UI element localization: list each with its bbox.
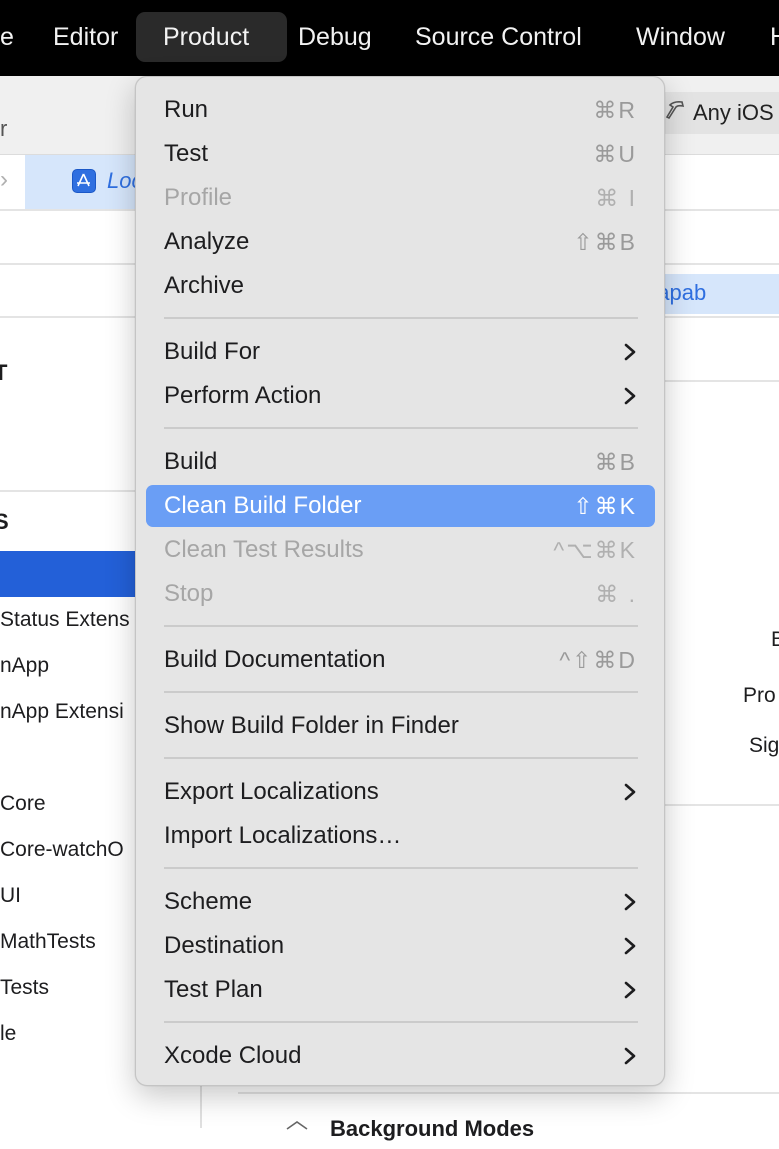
menu-item-shortcut: ⌘ I <box>595 185 637 211</box>
menu-item-shortcut: ^⌥⌘K <box>553 537 637 563</box>
menu-item-label: Show Build Folder in Finder <box>164 712 459 739</box>
target-item[interactable]: Tests <box>0 976 49 1000</box>
menu-item-test[interactable]: Test ⌘U <box>146 133 655 175</box>
menu-item-label: Test <box>164 140 209 167</box>
menu-separator <box>164 757 638 759</box>
menu-separator <box>164 427 638 429</box>
target-item[interactable]: UI <box>0 884 21 908</box>
target-item[interactable]: nApp Extensi <box>0 700 124 724</box>
menu-item-label: Xcode Cloud <box>164 1042 302 1069</box>
menu-item-shortcut: ⌘R <box>593 97 637 123</box>
menu-item-stop: Stop ⌘ . <box>146 573 655 615</box>
menu-item-shortcut: ⌘B <box>594 449 637 475</box>
menu-item-label: Stop <box>164 580 214 607</box>
menu-item-shortcut: ^⇧⌘D <box>559 647 637 673</box>
project-section-header: T <box>0 360 8 385</box>
menu-item-build-for[interactable]: Build For <box>146 331 655 373</box>
chevron-right-icon[interactable]: › <box>0 166 8 194</box>
menu-item-clean-build-folder[interactable]: Clean Build Folder ⇧⌘K <box>146 485 655 527</box>
menu-item-shortcut: ⌘ . <box>595 581 637 607</box>
menu-item-label: Export Localizations <box>164 778 379 805</box>
target-item[interactable]: Core-watchO <box>0 838 124 862</box>
targets-section-header: S <box>0 509 9 534</box>
menu-item-label: Archive <box>164 272 245 299</box>
chevron-right-icon <box>624 343 636 361</box>
target-item[interactable]: Status Extens <box>0 608 130 632</box>
menu-item-label: Scheme <box>164 888 253 915</box>
app-store-icon <box>72 169 96 193</box>
menubar-item-product[interactable]: Product <box>136 12 287 62</box>
menu-item-label: Clean Build Folder <box>164 492 362 519</box>
menu-item-run[interactable]: Run ⌘R <box>146 89 655 131</box>
toolbar-text: r <box>0 116 8 141</box>
menu-item-test-plan[interactable]: Test Plan <box>146 969 655 1011</box>
menu-item-destination[interactable]: Destination <box>146 925 655 967</box>
menu-item-label: Run <box>164 96 209 123</box>
menu-item-label: Clean Test Results <box>164 536 364 563</box>
setting-label: B <box>771 628 779 651</box>
chevron-right-icon <box>624 1047 636 1065</box>
menubar-item-debug[interactable]: Debug <box>282 12 388 62</box>
sidebar-divider <box>200 1080 202 1128</box>
chevron-right-icon <box>624 783 636 801</box>
menu-item-label: Build For <box>164 338 261 365</box>
menu-item-perform-action[interactable]: Perform Action <box>146 375 655 417</box>
menu-item-label: Test Plan <box>164 976 263 1003</box>
menu-item-label: Build Documentation <box>164 646 386 673</box>
menu-separator <box>164 317 638 319</box>
menu-item-export-localizations[interactable]: Export Localizations <box>146 771 655 813</box>
menu-item-import-localizations[interactable]: Import Localizations… <box>146 815 655 857</box>
target-item[interactable]: le <box>0 1022 16 1046</box>
chevron-right-icon <box>624 937 636 955</box>
chevron-right-icon <box>624 893 636 911</box>
menu-item-clean-test-results: Clean Test Results ^⌥⌘K <box>146 529 655 571</box>
menubar-item-editor[interactable]: Editor <box>37 12 134 62</box>
divider <box>238 1092 779 1094</box>
hammer-icon <box>664 98 690 124</box>
setting-label: Sig <box>749 734 779 757</box>
chevron-right-icon <box>624 981 636 999</box>
menu-item-label: Perform Action <box>164 382 322 409</box>
menu-item-archive[interactable]: Archive <box>146 265 655 307</box>
menu-item-label: Profile <box>164 184 233 211</box>
scheme-destination-label: Any iOS <box>693 100 774 125</box>
menu-item-shortcut: ⇧⌘K <box>573 493 637 519</box>
menu-item-analyze[interactable]: Analyze ⇧⌘B <box>146 221 655 263</box>
menu-item-label: Destination <box>164 932 285 959</box>
menu-separator <box>164 625 638 627</box>
menu-item-scheme[interactable]: Scheme <box>146 881 655 923</box>
menu-separator <box>164 867 638 869</box>
menu-item-build-documentation[interactable]: Build Documentation ^⇧⌘D <box>146 639 655 681</box>
target-item[interactable]: Core <box>0 792 46 816</box>
menu-bar: e Editor Product Debug Source Control Wi… <box>0 0 779 76</box>
chevron-right-icon <box>624 387 636 405</box>
menu-item-shortcut: ⌘U <box>593 141 637 167</box>
menu-item-profile: Profile ⌘ I <box>146 177 655 219</box>
target-item[interactable]: MathTests <box>0 930 96 954</box>
menubar-item-window[interactable]: Window <box>620 12 741 62</box>
menu-separator <box>164 691 638 693</box>
background-modes-label: Background Modes <box>330 1116 535 1141</box>
menu-item-shortcut: ⇧⌘B <box>573 229 637 255</box>
menu-separator <box>164 1021 638 1023</box>
capability-icon <box>284 1118 310 1144</box>
target-item[interactable]: nApp <box>0 654 49 678</box>
menu-item-show-build-folder[interactable]: Show Build Folder in Finder <box>146 705 655 747</box>
product-menu: Run ⌘R Test ⌘U Profile ⌘ I Analyze ⇧⌘B A… <box>135 76 665 1086</box>
menu-item-label: Import Localizations… <box>164 822 402 849</box>
menubar-item-source-control[interactable]: Source Control <box>399 12 598 62</box>
menubar-item-file[interactable]: e <box>0 12 30 62</box>
menubar-item-help[interactable]: H <box>754 12 779 62</box>
menu-item-xcode-cloud[interactable]: Xcode Cloud <box>146 1035 655 1077</box>
setting-label: Pro <box>743 684 776 707</box>
menu-item-label: Build <box>164 448 218 475</box>
menu-item-build[interactable]: Build ⌘B <box>146 441 655 483</box>
menu-item-label: Analyze <box>164 228 250 255</box>
